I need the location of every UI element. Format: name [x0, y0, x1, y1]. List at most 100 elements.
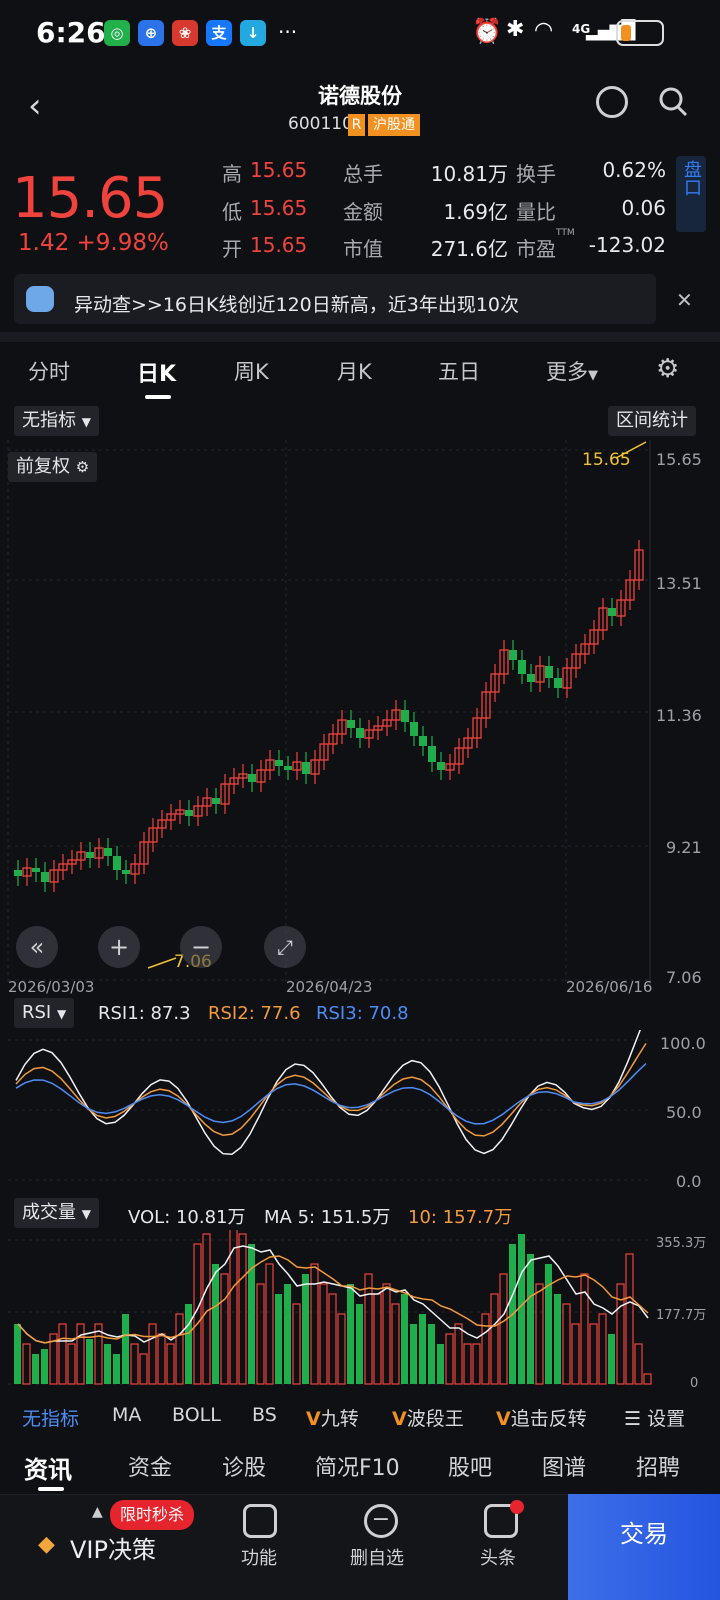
candle-body: [410, 722, 418, 736]
connect-tag: 沪股通: [368, 114, 420, 136]
ma5-label: MA 5: 151.5万: [264, 1207, 391, 1228]
remove-watchlist-button[interactable]: 删自选: [350, 1544, 404, 1570]
ind-boduanwang[interactable]: V波段王: [392, 1404, 464, 1431]
func-button[interactable]: 功能: [241, 1544, 277, 1570]
volume-bar: [428, 1324, 435, 1384]
turnover-value: 0.62%: [602, 158, 666, 182]
vol-ma10-line: [17, 1255, 649, 1344]
volume-bar: [14, 1324, 21, 1384]
rzrq-tag: R: [348, 114, 365, 136]
settings-icon[interactable]: ⚙: [656, 354, 679, 384]
volume-bars: [14, 1230, 652, 1385]
tab-monthly-k[interactable]: 月K: [337, 356, 372, 386]
tab-weekly-k[interactable]: 周K: [234, 356, 269, 386]
indicator-select[interactable]: 无指标 ▼: [14, 406, 99, 436]
rsi-y-label: 100.0: [660, 1034, 706, 1053]
volume-bar: [472, 1343, 481, 1385]
trade-button[interactable]: 交易: [568, 1494, 720, 1600]
volume-value: 10.81万: [430, 162, 508, 186]
tab-daily-k[interactable]: 日K: [137, 356, 176, 388]
status-time: 6:26: [36, 16, 106, 49]
ind-zhuiji[interactable]: V追击反转: [496, 1404, 587, 1431]
volume-bar: [535, 1283, 544, 1385]
red-dot-icon: [510, 1500, 524, 1514]
volume-bar: [32, 1354, 39, 1384]
candle-body: [401, 710, 409, 722]
ind-ma[interactable]: MA: [112, 1404, 141, 1426]
volume-bar: [545, 1264, 552, 1384]
volume-bar: [212, 1264, 219, 1384]
volume-chart: [8, 1230, 652, 1385]
more-notifications-icon: ···: [278, 20, 298, 44]
vip-button[interactable]: VIP决策: [70, 1530, 156, 1565]
volume-bar: [527, 1254, 534, 1384]
tab-graph[interactable]: 图谱: [542, 1450, 586, 1482]
download-icon: ↓: [240, 20, 266, 46]
tab-more[interactable]: 更多▼: [546, 356, 598, 386]
candle-body: [437, 762, 445, 770]
ind-jiuzhuan-label: 九转: [320, 1408, 359, 1430]
pankou-label: 盘口: [681, 160, 702, 196]
amount-value: 1.69亿: [443, 200, 508, 224]
ind-jiuzhuan[interactable]: V九转: [306, 1404, 359, 1431]
tab-news[interactable]: 资讯: [24, 1450, 72, 1485]
volume-bar: [256, 1283, 265, 1385]
ind-none[interactable]: 无指标: [22, 1404, 79, 1431]
volume-select[interactable]: 成交量 ▼: [14, 1198, 99, 1228]
ind-bs[interactable]: BS: [252, 1404, 277, 1426]
ind-settings[interactable]: ☰ 设置: [624, 1404, 685, 1431]
vol-y-label: 0: [690, 1376, 699, 1391]
refresh-icon[interactable]: [596, 86, 628, 118]
volume-bar: [319, 1283, 328, 1385]
tab-f10[interactable]: 简况F10: [315, 1450, 400, 1482]
fullscreen-icon[interactable]: ⤢: [264, 926, 306, 968]
candle-body: [185, 810, 193, 816]
tab-recruit[interactable]: 招聘: [636, 1450, 680, 1482]
candle-body: [428, 746, 436, 762]
stock-code: 600110: [288, 114, 353, 134]
tab-forum[interactable]: 股吧: [448, 1450, 492, 1482]
scroll-left-icon[interactable]: «: [16, 926, 58, 968]
status-bar: 6:26 ◎ ⊕ ❀ 支 ↓ ··· ⏰ ✱ ◠ 4G ▂▄▆█: [0, 0, 720, 70]
ma10-label: 10: 157.7万: [408, 1207, 513, 1228]
app-icon: ❀: [172, 20, 198, 46]
volume-bar: [238, 1233, 247, 1385]
open-value: 15.65: [250, 233, 308, 257]
candle-body: [356, 728, 364, 738]
kline-chart[interactable]: [0, 440, 720, 1000]
tab-diagnosis[interactable]: 诊股: [222, 1450, 266, 1482]
zoom-out-icon[interactable]: −: [180, 926, 222, 968]
y-label: 15.65: [656, 450, 702, 469]
ask-button[interactable]: 头条: [480, 1544, 516, 1570]
close-icon[interactable]: ✕: [676, 288, 693, 312]
rsi-select[interactable]: RSI ▼: [14, 998, 75, 1028]
volume-bar: [356, 1304, 363, 1384]
alarm-icon: ⏰: [472, 17, 502, 45]
volume-bar: [608, 1334, 615, 1384]
ind-boduanwang-label: 波段王: [406, 1408, 464, 1430]
notice-text[interactable]: 异动查>>16日K线创近120日新高，近3年出现10次: [74, 290, 519, 317]
ind-boll[interactable]: BOLL: [172, 1404, 221, 1426]
volume-bar: [22, 1343, 31, 1385]
candle-body: [113, 856, 121, 870]
vol-y-label: 177.7万: [656, 1308, 707, 1323]
volume-bar: [382, 1283, 391, 1385]
pankou-button[interactable]: 盘口: [676, 156, 706, 232]
volume-bar: [275, 1294, 282, 1384]
date-label: 2026/03/03: [8, 978, 95, 996]
tab-intraday[interactable]: 分时: [28, 356, 70, 386]
tab-five-day[interactable]: 五日: [438, 356, 480, 386]
search-icon[interactable]: [658, 86, 688, 122]
amount-label: 金额: [343, 200, 383, 224]
triangle-down-icon: ▼: [588, 368, 598, 383]
pe-value: -123.02: [588, 233, 666, 257]
range-stat-button[interactable]: 区间统计: [608, 406, 696, 436]
volume-bar: [148, 1323, 157, 1385]
rsi1-label: RSI1: 87.3: [98, 1003, 191, 1024]
volume-bar: [373, 1293, 382, 1385]
zoom-in-icon[interactable]: +: [98, 926, 140, 968]
tab-capital[interactable]: 资金: [128, 1450, 172, 1482]
volume-bar: [104, 1344, 111, 1384]
volume-bar: [292, 1303, 301, 1385]
rsi-grid: [8, 1039, 650, 1181]
